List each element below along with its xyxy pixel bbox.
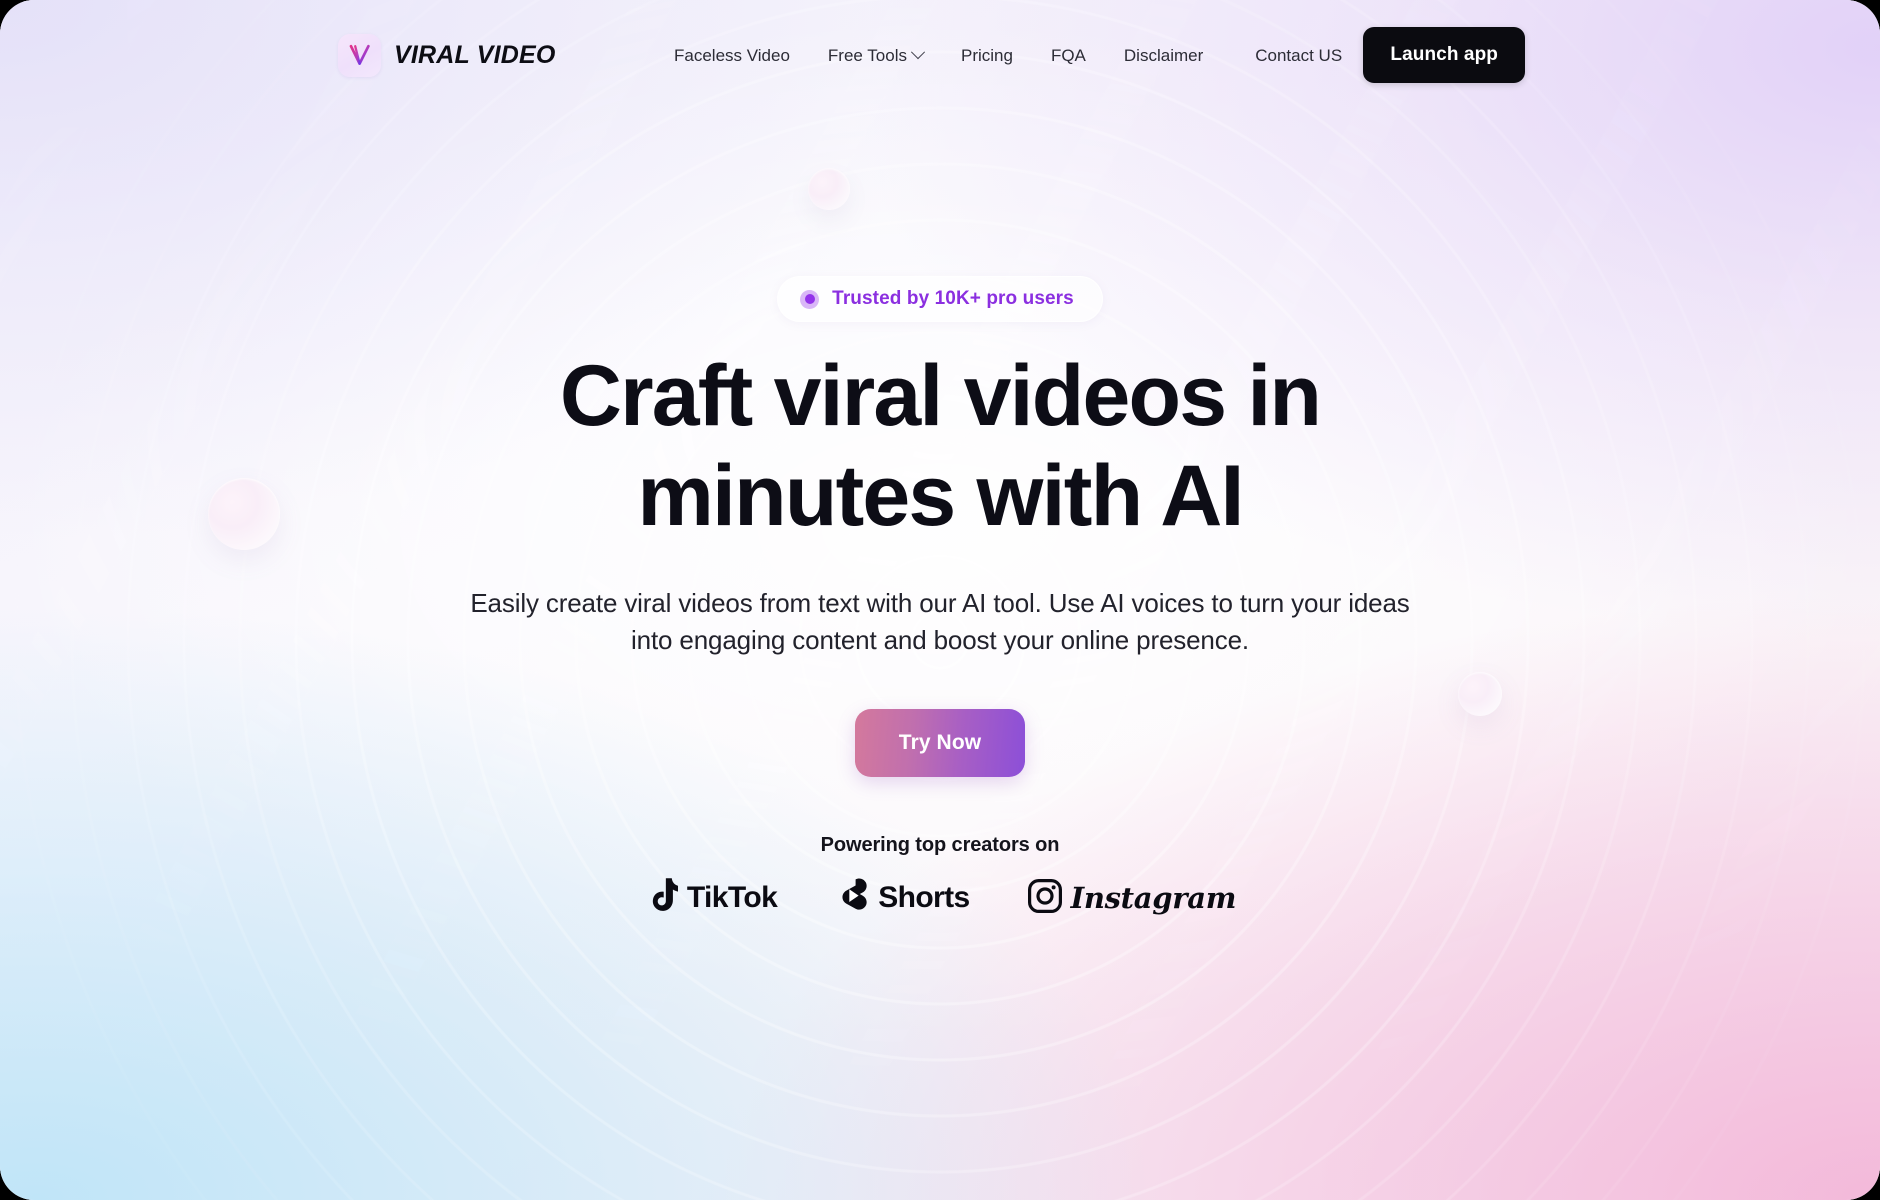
tiktok-icon [644, 877, 680, 920]
platform-tiktok[interactable]: TikTok [644, 877, 778, 920]
nav-item-fqa[interactable]: FQA [1032, 39, 1105, 72]
social-proof-label: Powering top creators on [820, 833, 1060, 856]
youtube-shorts-icon [835, 877, 869, 920]
nav-label: Disclaimer [1123, 45, 1204, 65]
try-now-button[interactable]: Try Now [855, 708, 1025, 777]
nav-item-faceless-video[interactable]: Faceless Video [655, 39, 809, 72]
nav-label: FQA [1050, 45, 1086, 65]
trusted-badge-label: Trusted by 10K+ pro users [832, 288, 1074, 309]
platform-label: TikTok [686, 881, 778, 915]
nav-item-free-tools[interactable]: Free Tools [809, 39, 942, 72]
nav-label: Free Tools [827, 45, 907, 65]
site-header: VIRAL VIDEO Faceless Video Free Tools Pr… [0, 0, 1880, 110]
nav-item-disclaimer[interactable]: Disclaimer [1105, 39, 1222, 72]
launch-app-button[interactable]: Launch app [1363, 27, 1525, 83]
main-navigation: Faceless Video Free Tools Pricing FQA Di… [655, 39, 1361, 72]
hero-section: Trusted by 10K+ pro users Craft viral vi… [0, 0, 1880, 1200]
brand-logo[interactable]: VIRAL VIDEO [338, 33, 556, 77]
nav-label: Contact US [1255, 45, 1343, 65]
headline-line-1: Craft viral videos in [559, 348, 1322, 444]
instagram-icon [1027, 878, 1062, 918]
nav-item-contact-us[interactable]: Contact US [1236, 39, 1361, 72]
nav-label: Faceless Video [674, 45, 790, 65]
nav-item-pricing[interactable]: Pricing [942, 39, 1032, 72]
status-dot-icon [800, 289, 820, 309]
social-proof-logos: TikTok Shorts Instagram [644, 877, 1236, 920]
platform-label: Shorts [878, 881, 970, 915]
nav-label: Pricing [960, 45, 1013, 65]
trusted-badge: Trusted by 10K+ pro users [777, 276, 1103, 322]
chevron-down-icon [910, 45, 926, 60]
status-dot-inner [804, 294, 815, 304]
landing-page: VIRAL VIDEO Faceless Video Free Tools Pr… [0, 0, 1880, 1200]
brand-name: VIRAL VIDEO [394, 40, 556, 69]
v-checkmark-logo-icon [338, 33, 381, 77]
platform-label: Instagram [1070, 881, 1237, 916]
headline-line-2: minutes with AI [637, 448, 1244, 544]
page-title: Craft viral videos in minutes with AI [560, 353, 1322, 544]
hero-subheading: Easily create viral videos from text wit… [470, 588, 1410, 655]
platform-instagram[interactable]: Instagram [1027, 878, 1237, 918]
platform-shorts[interactable]: Shorts [835, 877, 970, 920]
